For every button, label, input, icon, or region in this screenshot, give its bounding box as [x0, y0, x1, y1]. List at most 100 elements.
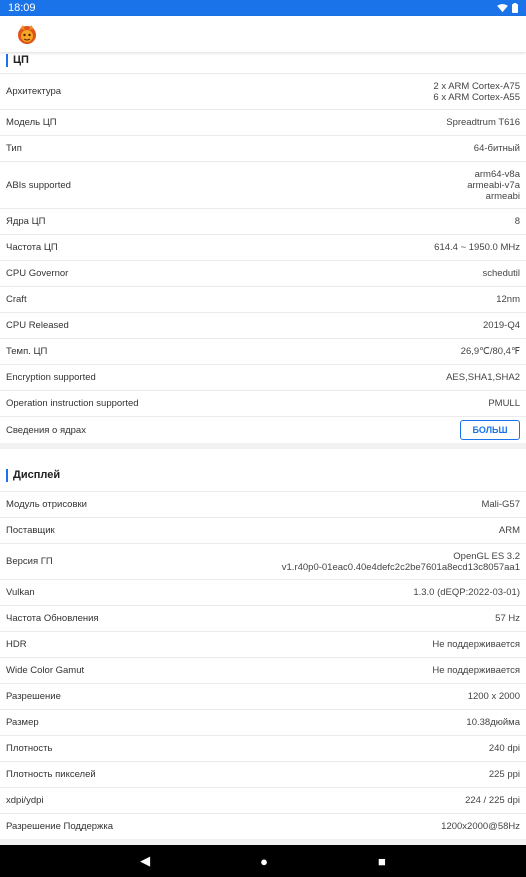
cpu-section: ЦП Архитектура 2 x ARM Cortex-A75 6 x AR…: [0, 52, 526, 443]
row-label: Разрешение Поддержка: [6, 821, 114, 832]
row-value: 10.38дюйма: [466, 717, 520, 728]
row-cpu-temp: Темп. ЦП 26,9℃/80,4℉: [0, 338, 526, 364]
row-supported-resolution: Разрешение Поддержка 1200x2000@58Hz: [0, 813, 526, 839]
value-line: armeabi-v7a: [467, 179, 520, 191]
row-value: AES,SHA1,SHA2: [446, 372, 520, 383]
row-hdr: HDR Не поддерживается: [0, 631, 526, 657]
row-value: Spreadtrum T616: [446, 117, 520, 128]
row-abis: ABIs supported arm64-v8a armeabi-v7a arm…: [0, 161, 526, 208]
row-value: 8: [514, 216, 520, 227]
row-type: Тип 64-битный: [0, 135, 526, 161]
row-label: HDR: [6, 639, 27, 650]
row-label: ABIs supported: [6, 179, 71, 191]
section-accent-bar: [6, 468, 8, 482]
row-label: Поставщик: [6, 525, 55, 536]
row-governor: CPU Governor schedutil: [0, 260, 526, 286]
row-encryption: Encryption supported AES,SHA1,SHA2: [0, 364, 526, 390]
row-label: Ядра ЦП: [6, 216, 46, 227]
value-line: arm64-v8a: [474, 168, 520, 180]
row-value: 12nm: [496, 294, 520, 305]
row-value: 64-битный: [473, 143, 520, 154]
row-value: PMULL: [488, 398, 520, 409]
row-wide-color: Wide Color Gamut Не поддерживается: [0, 657, 526, 683]
row-pixel-density: Плотность пикселей 225 ppi: [0, 761, 526, 787]
row-label: Encryption supported: [6, 372, 96, 383]
section-header-cpu: ЦП: [0, 52, 526, 73]
row-refresh-rate: Частота Обновления 57 Hz: [0, 605, 526, 631]
more-button[interactable]: БОЛЬШ: [460, 420, 520, 440]
row-value: 2 x ARM Cortex-A75 6 x ARM Cortex-A55: [433, 81, 520, 103]
row-label: Vulkan: [6, 587, 35, 598]
row-label: xdpi/ydpi: [6, 795, 44, 806]
row-value: 1200 x 2000: [467, 691, 520, 702]
row-label: Тип: [6, 143, 22, 154]
row-label: Версия ГП: [6, 556, 53, 567]
row-label: Частота ЦП: [6, 242, 58, 253]
row-value: Не поддерживается: [432, 639, 520, 650]
row-vulkan: Vulkan 1.3.0 (dEQP:2022-03-01): [0, 579, 526, 605]
row-gpu-version: Версия ГП OpenGL ES 3.2 v1.r40p0-01eac0.…: [0, 543, 526, 579]
row-architecture: Архитектура 2 x ARM Cortex-A75 6 x ARM C…: [0, 73, 526, 109]
section-header-display: Дисплей: [0, 449, 526, 491]
row-label: Модуль отрисовки: [6, 499, 87, 510]
back-icon[interactable]: ◀: [140, 853, 150, 869]
row-vendor: Поставщик ARM: [0, 517, 526, 543]
row-value: 2019-Q4: [483, 320, 520, 331]
antutu-logo[interactable]: [16, 23, 38, 45]
row-size: Размер 10.38дюйма: [0, 709, 526, 735]
section-title-display: Дисплей: [13, 469, 61, 481]
value-line: 2 x ARM Cortex-A75: [433, 80, 520, 92]
row-label: Архитектура: [6, 86, 62, 97]
row-value: Mali-G57: [481, 499, 520, 510]
row-label: Сведения о ядрах: [6, 424, 86, 436]
status-bar: 18:09: [0, 0, 526, 16]
status-icons: [497, 3, 518, 13]
value-line: v1.r40p0-01eac0.40e4defc2c2be7601a8ecd13…: [281, 561, 520, 573]
row-label: Craft: [6, 294, 27, 305]
value-line: 6 x ARM Cortex-A55: [433, 91, 520, 103]
row-label: Модель ЦП: [6, 117, 57, 128]
row-value: 614.4 ~ 1950.0 MHz: [434, 242, 520, 253]
wifi-icon: [497, 3, 508, 12]
row-label: CPU Governor: [6, 268, 69, 279]
row-value: 225 ppi: [488, 769, 520, 780]
row-cores: Ядра ЦП 8: [0, 208, 526, 234]
row-value: 240 dpi: [488, 743, 520, 754]
value-line: OpenGL ES 3.2: [453, 550, 520, 562]
row-value: arm64-v8a armeabi-v7a armeabi: [467, 169, 520, 202]
status-time: 18:09: [8, 2, 36, 14]
row-label: Плотность пикселей: [6, 769, 96, 780]
recents-icon[interactable]: ■: [378, 854, 386, 869]
row-craft: Craft 12nm: [0, 286, 526, 312]
row-label: Темп. ЦП: [6, 346, 48, 357]
content-scroll[interactable]: ЦП Архитектура 2 x ARM Cortex-A75 6 x AR…: [0, 52, 526, 845]
row-label: Плотность: [6, 743, 53, 754]
row-resolution: Разрешение 1200 x 2000: [0, 683, 526, 709]
row-value: 1.3.0 (dEQP:2022-03-01): [413, 587, 520, 598]
row-value: 1200x2000@58Hz: [441, 821, 520, 832]
home-icon[interactable]: ●: [260, 854, 268, 869]
row-value: OpenGL ES 3.2 v1.r40p0-01eac0.40e4defc2c…: [282, 551, 520, 573]
display-section: Дисплей Модуль отрисовки Mali-G57 Постав…: [0, 449, 526, 839]
row-renderer: Модуль отрисовки Mali-G57: [0, 491, 526, 517]
row-value: Не поддерживается: [432, 665, 520, 676]
row-frequency: Частота ЦП 614.4 ~ 1950.0 MHz: [0, 234, 526, 260]
section-accent-bar: [6, 53, 8, 67]
row-cpu-released: CPU Released 2019-Q4: [0, 312, 526, 338]
row-value: 26,9℃/80,4℉: [460, 346, 520, 357]
row-label: Размер: [6, 717, 39, 728]
row-density: Плотность 240 dpi: [0, 735, 526, 761]
value-line: armeabi: [485, 190, 520, 202]
row-core-info: Сведения о ядрах БОЛЬШ: [0, 416, 526, 443]
row-label: Частота Обновления: [6, 613, 99, 624]
row-value: 224 / 225 dpi: [465, 795, 520, 806]
row-label: Operation instruction supported: [6, 398, 139, 409]
row-instructions: Operation instruction supported PMULL: [0, 390, 526, 416]
row-label: Разрешение: [6, 691, 61, 702]
row-value: 57 Hz: [495, 613, 520, 624]
battery-icon: [512, 3, 518, 13]
row-label: Wide Color Gamut: [6, 665, 85, 676]
app-bar: [0, 16, 526, 52]
row-value: schedutil: [482, 268, 521, 279]
section-title-cpu: ЦП: [13, 54, 29, 66]
